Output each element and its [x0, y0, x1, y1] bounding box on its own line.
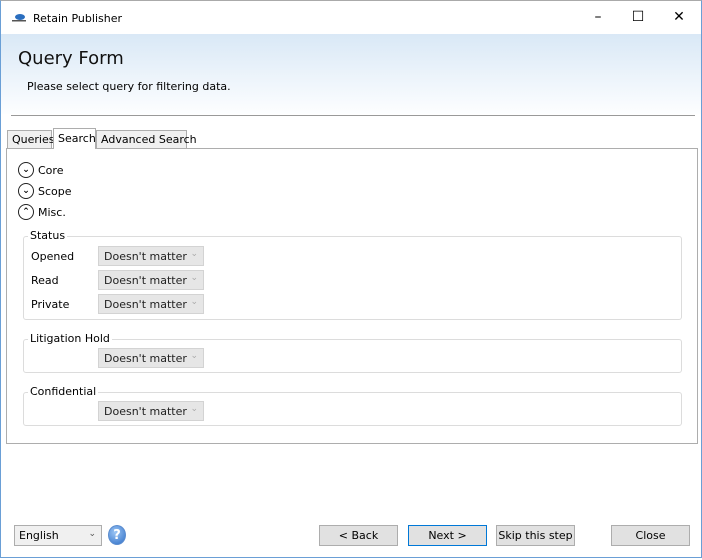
app-logo-icon	[12, 14, 26, 22]
expander-label: Core	[38, 163, 64, 177]
help-icon[interactable]: ?	[108, 525, 126, 545]
divider	[11, 115, 695, 116]
read-label: Read	[31, 274, 59, 287]
minimize-button[interactable]: –	[576, 1, 620, 33]
dropdown-value: Doesn't matter	[104, 274, 187, 287]
chevron-down-icon: ⌄	[190, 297, 198, 307]
chevron-down-icon: ⌄	[88, 529, 96, 539]
application-window: Retain Publisher – ☐ ✕ Query Form Please…	[0, 0, 702, 558]
dropdown-value: Doesn't matter	[104, 250, 187, 263]
opened-label: Opened	[31, 250, 75, 263]
chevron-down-icon: ⌄	[190, 351, 198, 361]
group-title: Litigation Hold	[28, 332, 112, 345]
title-bar: Retain Publisher – ☐ ✕	[1, 1, 701, 34]
tab-search[interactable]: Search	[53, 128, 96, 149]
close-button[interactable]: Close	[611, 525, 690, 546]
chevron-down-icon: ⌄	[190, 404, 198, 414]
tab-queries[interactable]: Queries	[7, 130, 54, 148]
dropdown-value: Doesn't matter	[104, 352, 187, 365]
dropdown-value: Doesn't matter	[104, 405, 187, 418]
private-dropdown[interactable]: Doesn't matter ⌄	[98, 294, 204, 314]
tab-advanced-search[interactable]: Advanced Search	[96, 130, 197, 148]
chevron-up-icon: ⌃	[18, 204, 34, 220]
private-label: Private	[31, 298, 70, 311]
group-title: Confidential	[28, 385, 99, 398]
confidential-dropdown[interactable]: Doesn't matter ⌄	[98, 401, 204, 421]
chevron-down-icon: ⌄	[190, 273, 198, 283]
maximize-button[interactable]: ☐	[616, 1, 660, 33]
skip-step-button[interactable]: Skip this step	[496, 525, 575, 546]
back-button[interactable]: < Back	[319, 525, 398, 546]
header-banner: Query Form Please select query for filte…	[1, 34, 701, 114]
expander-label: Scope	[38, 184, 72, 198]
expander-misc[interactable]: ⌃ Misc.	[18, 203, 66, 221]
dropdown-value: English	[19, 529, 59, 542]
close-window-button[interactable]: ✕	[657, 1, 701, 33]
litigation-hold-dropdown[interactable]: Doesn't matter ⌄	[98, 348, 204, 368]
read-dropdown[interactable]: Doesn't matter ⌄	[98, 270, 204, 290]
expander-scope[interactable]: ⌄ Scope	[18, 182, 72, 200]
chevron-down-icon: ⌄	[18, 162, 34, 178]
window-title: Retain Publisher	[33, 12, 122, 25]
next-button[interactable]: Next >	[408, 525, 487, 546]
opened-dropdown[interactable]: Doesn't matter ⌄	[98, 246, 204, 266]
page-subtitle: Please select query for filtering data.	[27, 80, 231, 93]
chevron-down-icon: ⌄	[18, 183, 34, 199]
dropdown-value: Doesn't matter	[104, 298, 187, 311]
group-title: Status	[28, 229, 68, 242]
expander-label: Misc.	[38, 205, 66, 219]
page-title: Query Form	[18, 48, 124, 69]
expander-core[interactable]: ⌄ Core	[18, 161, 63, 179]
language-dropdown[interactable]: English ⌄	[14, 525, 102, 546]
chevron-down-icon: ⌄	[190, 249, 198, 259]
